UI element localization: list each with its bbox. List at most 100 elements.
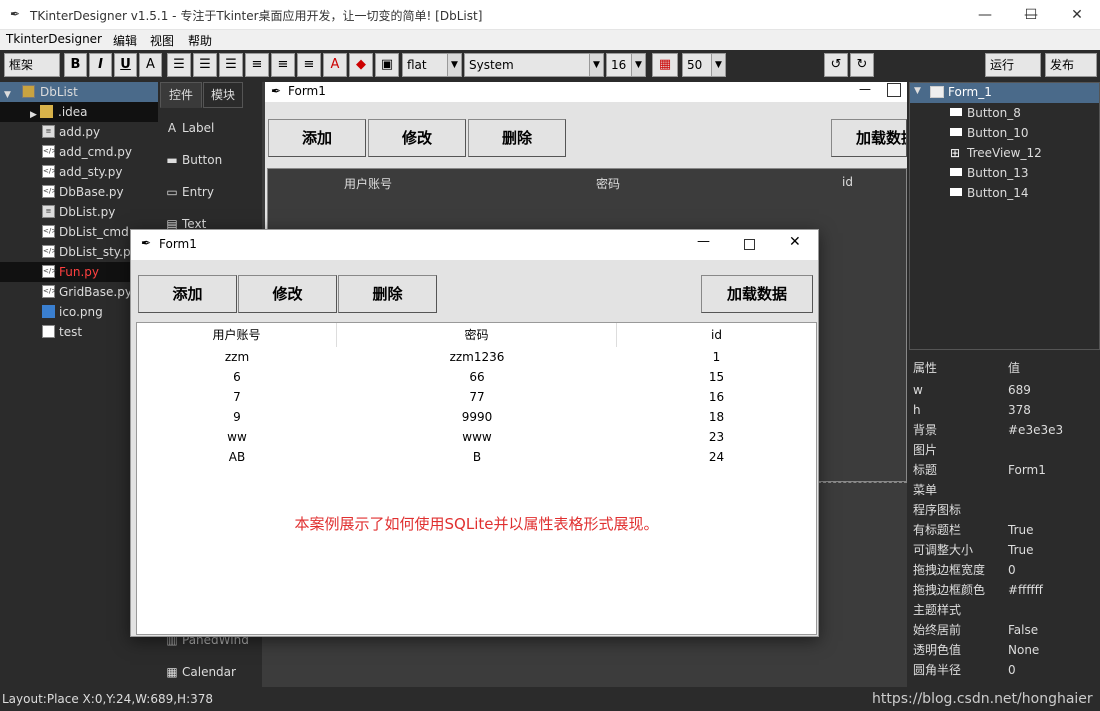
property-row[interactable]: 拖拽边框宽度 0 <box>913 560 1098 580</box>
property-row[interactable]: w 689 <box>913 380 1098 400</box>
edit-button[interactable]: 修改 <box>238 275 337 313</box>
align-left-icon[interactable]: ☰ <box>167 53 191 77</box>
image-icon[interactable]: ▣ <box>375 53 399 77</box>
object-item[interactable]: Button_10 <box>910 123 1095 143</box>
widget-label[interactable]: A Label <box>166 117 214 139</box>
menu-tkinterdesigner[interactable]: TkinterDesigner <box>6 32 102 46</box>
property-row[interactable]: 圆角半径 0 <box>913 660 1098 680</box>
minimize-button-2[interactable]: — <box>962 0 1008 30</box>
design-load-button[interactable]: 加载数据 <box>831 119 907 157</box>
property-value[interactable]: 0 <box>1008 660 1016 680</box>
valign-middle-icon[interactable]: ≡ <box>271 53 295 77</box>
form-icon <box>930 86 944 98</box>
tab-modules[interactable]: 模块 <box>203 82 243 108</box>
property-row[interactable]: 标题 Form1 <box>913 460 1098 480</box>
file-item[interactable]: </> DbBase.py <box>0 182 158 202</box>
add-button[interactable]: 添加 <box>138 275 237 313</box>
tab-controls[interactable]: 控件 <box>160 82 202 108</box>
object-item[interactable]: Button_14 <box>910 183 1095 203</box>
property-row[interactable]: 有标题栏 True <box>913 520 1098 540</box>
align-center-icon[interactable]: ☰ <box>193 53 217 77</box>
object-tree-root[interactable]: ▼ Form_1 <box>910 83 1099 103</box>
text-color-icon[interactable]: A <box>323 53 347 77</box>
design-add-button[interactable]: 添加 <box>268 119 366 157</box>
property-value[interactable]: 689 <box>1008 380 1031 400</box>
menu-view[interactable]: 视图 <box>150 32 174 49</box>
load-data-button[interactable]: 加载数据 <box>701 275 813 313</box>
object-item[interactable]: Button_13 <box>910 163 1095 183</box>
property-row[interactable]: 可调整大小 True <box>913 540 1098 560</box>
fill-color-icon[interactable]: ◆ <box>349 53 373 77</box>
file-item[interactable]: </> add_cmd.py <box>0 142 158 162</box>
property-key: 背景 <box>913 423 938 437</box>
object-item[interactable]: ⊞ TreeView_12 <box>910 143 1095 163</box>
property-value[interactable]: True <box>1008 520 1034 540</box>
valign-bottom-icon[interactable]: ≡ <box>297 53 321 77</box>
maximize-button[interactable]: ☐ <box>1008 0 1054 30</box>
property-row[interactable]: 菜单 <box>913 480 1098 500</box>
widget-calendar[interactable]: ▦ Calendar <box>166 661 236 683</box>
design-delete-button[interactable]: 删除 <box>468 119 566 157</box>
delete-button[interactable]: 删除 <box>338 275 437 313</box>
property-row[interactable]: 拖拽边框颜色 #ffffff <box>913 580 1098 600</box>
font-button[interactable]: A <box>139 53 162 77</box>
object-item[interactable]: Button_8 <box>910 103 1095 123</box>
property-row[interactable]: 主题样式 <box>913 600 1098 620</box>
widget-button[interactable]: ▬ Button <box>166 149 222 171</box>
property-value[interactable]: 378 <box>1008 400 1031 420</box>
run-button[interactable]: 运行 <box>985 53 1041 77</box>
file-item[interactable]: </> add_sty.py <box>0 162 158 182</box>
frame-select[interactable]: 框架 <box>4 53 60 77</box>
relief-select[interactable]: flat ▼ <box>402 53 462 77</box>
underline-button[interactable]: U <box>114 53 137 77</box>
property-row[interactable]: 图片 <box>913 440 1098 460</box>
file-item[interactable]: ▶ .idea <box>0 102 158 122</box>
property-row[interactable]: 背景 #e3e3e3 <box>913 420 1098 440</box>
property-value[interactable]: #ffffff <box>1008 580 1043 600</box>
property-value[interactable]: True <box>1008 540 1034 560</box>
menu-help[interactable]: 帮助 <box>188 32 212 49</box>
popup-close-icon[interactable]: ✕ <box>789 234 801 250</box>
align-right-icon[interactable]: ☰ <box>219 53 243 77</box>
property-value[interactable]: Form1 <box>1008 460 1046 480</box>
italic-button[interactable]: I <box>89 53 112 77</box>
grid-toggle-icon[interactable]: ▦ <box>652 53 678 77</box>
design-maximize-icon[interactable] <box>887 83 901 97</box>
file-item[interactable]: ≡ DbList.py <box>0 202 158 222</box>
widget-calendar-text: Calendar <box>182 665 236 679</box>
property-value[interactable]: False <box>1008 620 1038 640</box>
font-family-select[interactable]: System ▼ <box>464 53 604 77</box>
grid-size-select[interactable]: 50 ▼ <box>682 53 726 77</box>
property-row[interactable]: 程序图标 <box>913 500 1098 520</box>
redo-icon[interactable]: ↻ <box>850 53 874 77</box>
property-row[interactable]: h 378 <box>913 400 1098 420</box>
data-table[interactable]: 用户账号 密码 id zzm zzm1236 1 6 66 15 7 77 16 9 9990 18 w… <box>136 322 817 635</box>
menu-edit[interactable]: 编辑 <box>113 32 137 49</box>
bold-button[interactable]: B <box>64 53 87 77</box>
property-value[interactable]: None <box>1008 640 1039 660</box>
widget-entry[interactable]: ▭ Entry <box>166 181 214 203</box>
tree-root[interactable]: ▼ DbList <box>0 82 158 102</box>
file-item[interactable]: ≡ add.py <box>0 122 158 142</box>
popup-minimize-icon[interactable]: — <box>697 234 710 249</box>
property-value[interactable]: #e3e3e3 <box>1008 420 1063 440</box>
design-minimize-icon[interactable]: — <box>859 82 871 96</box>
valign-top-icon[interactable]: ≡ <box>245 53 269 77</box>
property-value[interactable]: 0 <box>1008 560 1016 580</box>
col-header-password[interactable]: 密码 <box>337 323 617 347</box>
treeview-icon: ⊞ <box>950 146 961 160</box>
popup-maximize-icon[interactable] <box>744 239 755 250</box>
toolbar: 框架 B I U A ☰ ☰ ☰ ≡ ≡ ≡ A ◆ ▣ flat ▼ Syste… <box>0 50 1100 80</box>
image-file-icon <box>42 305 55 318</box>
close-button[interactable]: ✕ <box>1054 0 1100 30</box>
watermark-text: https://blog.csdn.net/honghaier <box>872 691 1093 707</box>
col-header-account[interactable]: 用户账号 <box>137 323 337 347</box>
publish-button[interactable]: 发布 <box>1045 53 1097 77</box>
undo-icon[interactable]: ↺ <box>824 53 848 77</box>
table-cell: zzm1236 <box>449 350 505 364</box>
font-size-select[interactable]: 16 ▼ <box>606 53 646 77</box>
design-edit-button[interactable]: 修改 <box>368 119 466 157</box>
property-row[interactable]: 透明色值 None <box>913 640 1098 660</box>
property-row[interactable]: 始终居前 False <box>913 620 1098 640</box>
col-header-id[interactable]: id <box>617 323 816 347</box>
